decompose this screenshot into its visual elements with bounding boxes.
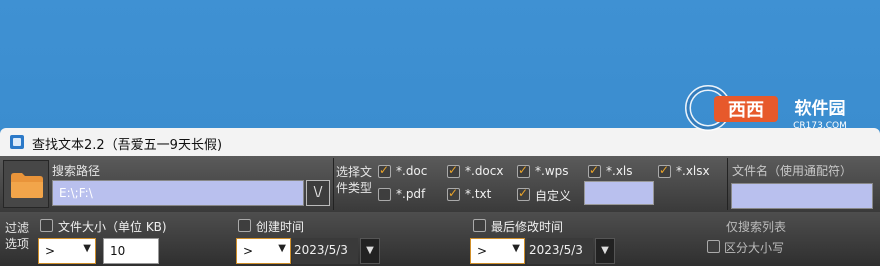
created-operator-value: > (243, 244, 254, 258)
filter-label: 过滤选项 (5, 221, 30, 251)
docx-checkbox[interactable] (447, 163, 460, 178)
chevron-down-icon: ▼ (512, 243, 520, 254)
size-value-input[interactable]: 10 (103, 238, 159, 264)
svg-text:CR173.COM: CR173.COM (793, 121, 847, 131)
size-checkbox[interactable] (40, 219, 53, 232)
created-checkbox[interactable] (238, 219, 251, 232)
chevron-down-icon: ▼ (278, 243, 286, 254)
watermark-logo: 西西 软件园 CR173.COM (685, 85, 847, 131)
wps-checkbox[interactable] (517, 163, 530, 178)
custom-checkbox[interactable] (517, 186, 530, 201)
file-type-label: 选择文件类型 (336, 165, 373, 195)
window-title: 查找文本2.2（吾爱五一9天长假) (32, 138, 223, 153)
calendar-dropdown-icon[interactable]: ▼ (360, 238, 380, 264)
search-list-only-label: 仅搜索列表 (726, 220, 787, 234)
pdf-label: *.pdf (396, 187, 426, 201)
filter-row: 过滤选项 文件大小（单位 KB) > ▼ 10 创建时间 > ▼ 2023/5/… (0, 212, 880, 266)
folder-icon (11, 173, 43, 198)
size-label: 文件大小（单位 KB) (58, 220, 167, 234)
custom-extension-input[interactable] (584, 181, 654, 205)
divider (333, 158, 334, 210)
wps-label: *.wps (535, 164, 569, 178)
size-operator-value: > (45, 244, 56, 258)
filename-input[interactable] (731, 183, 873, 209)
browse-folder-button[interactable] (3, 160, 49, 208)
chevron-down-icon: ▼ (83, 243, 91, 254)
divider (727, 158, 728, 210)
modified-operator-select[interactable]: > ▼ (470, 238, 525, 264)
case-sensitive-checkbox[interactable] (707, 240, 720, 253)
doc-checkbox[interactable] (378, 163, 391, 178)
modified-operator-value: > (477, 244, 488, 258)
svg-text:西西: 西西 (728, 100, 764, 121)
search-row: 搜索路径 E:\;F:\ \/ 选择文件类型 *.doc *.docx *.wp… (0, 156, 880, 212)
path-dropdown-button[interactable]: \/ (306, 180, 330, 206)
doc-label: *.doc (396, 164, 428, 178)
size-operator-select[interactable]: > ▼ (38, 238, 96, 264)
app-icon (10, 135, 24, 149)
xlsx-label: *.xlsx (676, 164, 710, 178)
calendar-dropdown-icon[interactable]: ▼ (595, 238, 615, 264)
pdf-checkbox[interactable] (378, 188, 391, 201)
txt-label: *.txt (465, 187, 492, 201)
custom-label: 自定义 (535, 189, 572, 203)
filename-label: 文件名（使用通配符） (732, 164, 853, 178)
svg-text:软件园: 软件园 (795, 98, 846, 119)
xls-checkbox[interactable] (588, 163, 601, 178)
chevron-down-icon: \/ (313, 185, 323, 200)
created-date-field[interactable]: 2023/5/3 (292, 238, 358, 264)
search-path-label: 搜索路径 (52, 164, 101, 178)
txt-checkbox[interactable] (447, 186, 460, 201)
docx-label: *.docx (465, 164, 504, 178)
main-panel: 搜索路径 E:\;F:\ \/ 选择文件类型 *.doc *.docx *.wp… (0, 156, 880, 266)
xls-label: *.xls (606, 164, 633, 178)
created-operator-select[interactable]: > ▼ (236, 238, 291, 264)
modified-label: 最后修改时间 (491, 220, 564, 234)
created-label: 创建时间 (256, 220, 305, 234)
search-path-input[interactable]: E:\;F:\ (52, 180, 304, 206)
xlsx-checkbox[interactable] (658, 163, 671, 178)
app-window: 查找文本2.2（吾爱五一9天长假) 搜索路径 E:\;F:\ \/ 选择文件类型… (0, 128, 880, 266)
modified-checkbox[interactable] (473, 219, 486, 232)
modified-date-field[interactable]: 2023/5/3 (527, 238, 593, 264)
case-sensitive-label: 区分大小写 (724, 241, 785, 255)
